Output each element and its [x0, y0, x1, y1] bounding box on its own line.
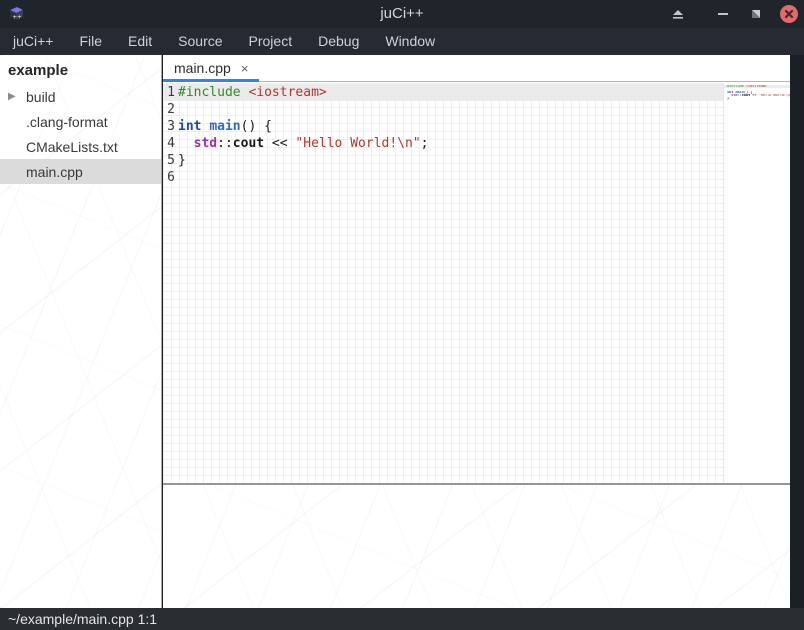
menu-item-juci[interactable]: juCi++ [0, 28, 66, 55]
code-line: #include <iostream> [178, 84, 428, 101]
sidebar-item--clang-format[interactable]: .clang-format [0, 109, 161, 134]
sidebar-item-label: main.cpp [26, 164, 83, 180]
close-button[interactable] [780, 5, 798, 23]
code-fn-token: main [209, 119, 240, 134]
main-area: example ▶build .clang-format CMakeLists.tx… [0, 55, 804, 608]
menu-item-edit[interactable]: Edit [115, 28, 165, 55]
sidebar-item-label: CMakeLists.txt [26, 139, 118, 155]
sidebar-item-cmakelists-txt[interactable]: CMakeLists.txt [0, 134, 161, 159]
code-text: #include <iostream>int main() { std::cou… [178, 84, 428, 186]
sidebar-item-label: build [26, 89, 56, 105]
minimap-plain-token: << [750, 94, 758, 97]
code-editor[interactable]: 123456 #include <iostream>int main() { s… [163, 83, 790, 483]
window-right-edge [790, 55, 804, 608]
close-icon [784, 9, 794, 19]
file-tree: ▶build .clang-format CMakeLists.txt main.cp… [0, 84, 161, 184]
code-type-token: int [178, 119, 201, 134]
code-prep-token: #include [178, 85, 241, 100]
tab-label: main.cpp [174, 60, 231, 76]
jucipp-window: ++ juCi++ [0, 0, 804, 630]
line-number-gutter: 123456 [163, 84, 175, 186]
minimap-prep-token: #include [727, 85, 744, 88]
code-plain-token: ; [421, 136, 429, 151]
code-plain-token: } [178, 153, 186, 168]
restore-icon [751, 9, 761, 19]
sidebar-item-build[interactable]: ▶build [0, 84, 161, 109]
terminal-panel[interactable] [163, 485, 790, 608]
minimap-bvar-token: cout [742, 94, 750, 97]
window-controls [669, 0, 798, 28]
minimap-line: std::cout << "Hello World!\n"; [724, 94, 790, 97]
code-plain-token: :: [217, 136, 233, 151]
code-ns-token: std [194, 136, 217, 151]
menubar: juCi++FileEditSourceProjectDebugWindow [0, 28, 804, 55]
editor-column: main.cpp× 123456 #include <iostream>int … [163, 55, 790, 608]
line-number: 2 [163, 101, 175, 118]
menu-item-file[interactable]: File [66, 28, 115, 55]
status-path: ~/example/main.cpp 1:1 [8, 611, 157, 627]
project-root-label: example [0, 55, 161, 84]
file-tree-panel: example ▶build .clang-format CMakeLists.tx… [0, 55, 162, 608]
sidebar-item-label: .clang-format [26, 114, 108, 130]
code-str-token: <iostream> [248, 85, 326, 100]
menu-item-source[interactable]: Source [165, 28, 235, 55]
restore-button[interactable] [747, 5, 765, 23]
code-line: } [178, 152, 428, 169]
menu-item-project[interactable]: Project [236, 28, 306, 55]
minimap[interactable]: #include <iostream>int main() { std::cou… [723, 83, 790, 483]
minimize-icon [718, 13, 728, 15]
menu-item-window[interactable]: Window [372, 28, 448, 55]
shade-icon [672, 9, 684, 20]
code-plain-token [178, 136, 194, 151]
status-bar: ~/example/main.cpp 1:1 [0, 608, 804, 630]
minimap-line [724, 100, 790, 103]
expander-icon[interactable]: ▶ [0, 91, 26, 102]
code-line: int main() { [178, 118, 428, 135]
code-line [178, 169, 428, 186]
minimap-plain-token: } [727, 97, 729, 100]
minimize-button[interactable] [714, 5, 732, 23]
line-number: 1 [163, 84, 175, 101]
tab-bar: main.cpp × [163, 55, 790, 82]
menu-item-debug[interactable]: Debug [305, 28, 372, 55]
sidebar-item-main-cpp[interactable]: main.cpp [0, 159, 161, 184]
minimap-str-token: <iostream> [746, 85, 767, 88]
line-number: 5 [163, 152, 175, 169]
code-str-token: "Hello World!\n" [295, 136, 420, 151]
line-number: 3 [163, 118, 175, 135]
code-line [178, 101, 428, 118]
titlebar[interactable]: ++ juCi++ [0, 0, 804, 28]
code-plain-token: () { [241, 119, 272, 134]
code-plain-token: << [264, 136, 295, 151]
line-number: 6 [163, 169, 175, 186]
code-bvar-token: cout [233, 136, 264, 151]
tab-close-icon[interactable]: × [241, 62, 249, 75]
shade-button[interactable] [669, 5, 687, 23]
line-number: 4 [163, 135, 175, 152]
tab-main-cpp[interactable]: main.cpp × [163, 55, 259, 81]
minimap-str-token: "Hello World!\n" [759, 94, 790, 97]
code-line: std::cout << "Hello World!\n"; [178, 135, 428, 152]
